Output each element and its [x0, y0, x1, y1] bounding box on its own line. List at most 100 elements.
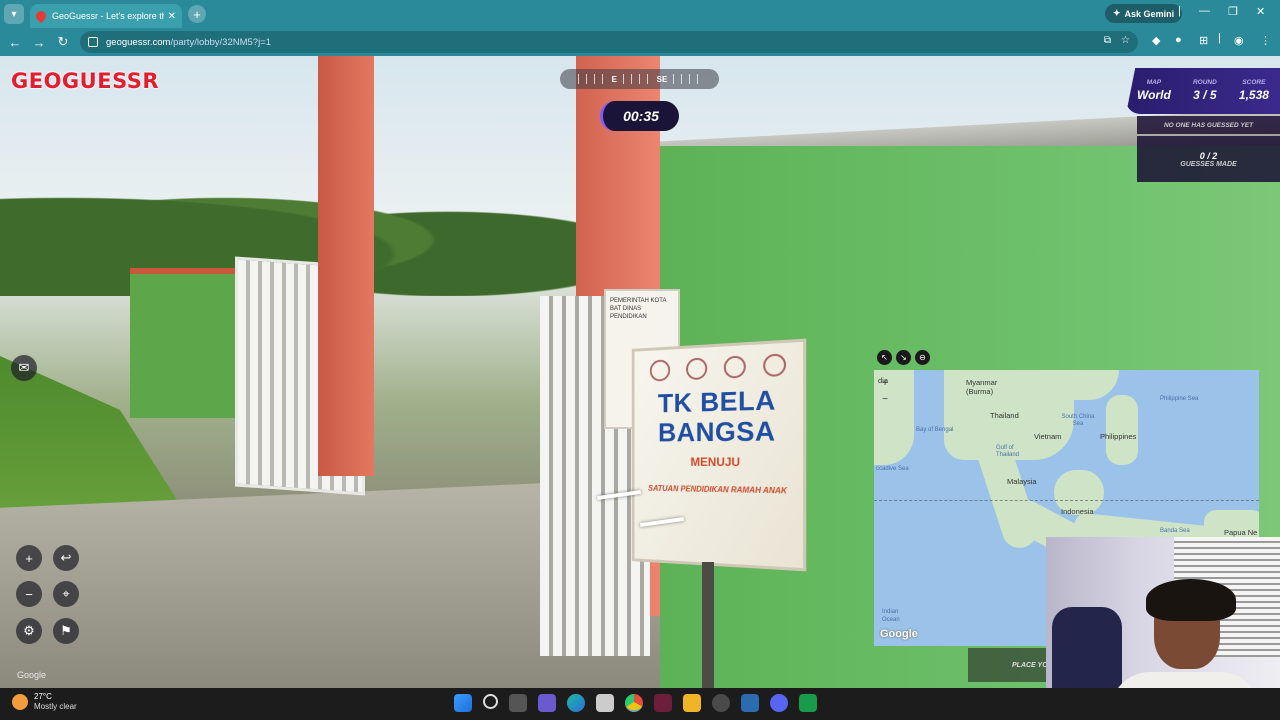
app-screen-icon[interactable]: [741, 694, 759, 712]
land-philippines: [1106, 395, 1138, 465]
logo-emblem-icon: [762, 353, 786, 378]
map-size-controls: ↖ ↘ ⊖: [877, 350, 930, 365]
stat-map-label: MAP: [1146, 79, 1162, 86]
sign-title: TK BELA BANGSA: [657, 384, 776, 448]
logo-emblem-icon: [685, 357, 707, 381]
toolbar-divider-icon: |: [1218, 32, 1221, 44]
edge-icon[interactable]: [567, 694, 585, 712]
search-icon[interactable]: [483, 694, 498, 709]
tab-strip: ▾ GeoGuessr - Let's explore the w ✕ + ✦ …: [0, 0, 1280, 28]
geoguessr-logo[interactable]: GEOGUESSR: [11, 69, 159, 93]
window-close-icon[interactable]: ✕: [1256, 5, 1265, 18]
minimize-icon[interactable]: —: [1199, 5, 1210, 17]
install-app-icon[interactable]: ⧉: [1104, 35, 1111, 46]
window-divider-icon: |: [1178, 5, 1181, 17]
tab-title: GeoGuessr - Let's explore the w: [52, 11, 164, 21]
red-pillar-left: [318, 56, 374, 476]
map-zoom-out-button[interactable]: −: [878, 392, 892, 408]
weather-icon: [12, 694, 28, 710]
place-guess-button[interactable]: PLACE YO: [968, 648, 1048, 682]
map-expand-icon[interactable]: ↖: [877, 350, 892, 365]
round-timer: 00:35: [600, 101, 679, 131]
extension-circle-icon[interactable]: ●: [1175, 34, 1182, 46]
compass-bar: E SE: [560, 69, 719, 89]
stat-score-label: SCORE: [1242, 79, 1266, 86]
new-tab-button[interactable]: +: [188, 5, 206, 23]
menu-kebab-icon[interactable]: ⋮: [1260, 34, 1271, 47]
zoom-in-icon[interactable]: +: [16, 545, 42, 571]
extensions-puzzle-icon[interactable]: ⊞: [1199, 34, 1208, 47]
logo-emblem-icon: [723, 355, 746, 379]
tab-search-button[interactable]: ▾: [4, 4, 24, 24]
windows-taskbar: 27°C Mostly clear: [0, 688, 1280, 720]
map-label-papua: Papua Ne: [1224, 528, 1258, 537]
ask-gemini-label: Ask Gemini: [1124, 8, 1175, 19]
file-explorer-icon[interactable]: [683, 694, 701, 712]
undo-icon[interactable]: ↩: [53, 545, 79, 571]
task-view-icon[interactable]: [509, 694, 527, 712]
flag-icon[interactable]: ⚑: [53, 618, 79, 644]
weather-condition: Mostly clear: [34, 702, 77, 711]
stat-score-value: 1,538: [1238, 88, 1269, 102]
sign-post: [702, 562, 714, 688]
stat-map-value: World: [1137, 88, 1171, 102]
geoguessr-favicon-icon: [33, 8, 49, 24]
profile-avatar-icon[interactable]: ◉: [1234, 34, 1244, 47]
map-shrink-icon[interactable]: ↘: [896, 350, 911, 365]
map-label-vietnam: Vietnam: [1034, 432, 1062, 441]
chat-icon[interactable]: ✉: [11, 355, 37, 381]
map-label-indian-ocean: Indian Ocean: [882, 609, 900, 623]
guesses-made-panel: 0 / 2 GUESSES MADE: [1137, 136, 1280, 182]
stat-round-label: ROUND: [1192, 79, 1217, 86]
app-editor-icon[interactable]: [654, 694, 672, 712]
equator-line: [874, 500, 1259, 501]
reload-icon[interactable]: ↻: [51, 30, 75, 54]
guess-status: NO ONE HAS GUESSED YET: [1137, 116, 1280, 134]
url-host: geoguessr.com: [106, 36, 171, 48]
maximize-icon[interactable]: ❐: [1228, 5, 1238, 18]
compass-ticks: [673, 74, 701, 84]
discord-icon[interactable]: [770, 694, 788, 712]
settings-gear-icon[interactable]: ⚙: [16, 618, 42, 644]
map-label-india: dia: [878, 376, 889, 385]
address-bar[interactable]: geoguessr.com/party/lobby/32NM5?j=1 ⧉ ☆: [80, 31, 1138, 53]
zoom-out-icon[interactable]: −: [16, 581, 42, 607]
app-circle-icon[interactable]: [712, 694, 730, 712]
forward-arrow-icon[interactable]: →: [27, 30, 51, 54]
person-hair: [1146, 579, 1236, 621]
ask-gemini-button[interactable]: ✦ Ask Gemini: [1105, 4, 1183, 23]
compass-heading-se: SE: [656, 74, 668, 84]
map-google-watermark: Google: [880, 628, 918, 640]
extension-shield-icon[interactable]: ◆: [1152, 34, 1160, 47]
windows-start-icon[interactable]: [454, 694, 472, 712]
map-label-banda-sea: Banda Sea: [1160, 528, 1190, 534]
excel-icon[interactable]: [799, 694, 817, 712]
return-to-start-icon[interactable]: ⌖: [53, 581, 79, 607]
bookmark-star-icon[interactable]: ☆: [1121, 35, 1130, 46]
teams-icon[interactable]: [538, 694, 556, 712]
site-info-icon[interactable]: [88, 37, 98, 47]
store-icon[interactable]: [596, 694, 614, 712]
taskbar-apps: [454, 694, 817, 712]
sign-subtitle: MENUJU: [690, 455, 741, 470]
map-label-thailand: Thailand: [990, 411, 1019, 420]
tab-close-icon[interactable]: ✕: [168, 11, 176, 22]
map-pin-icon[interactable]: ⊖: [915, 350, 930, 365]
map-label-malaysia: Malaysia: [1007, 477, 1037, 486]
stat-score: SCORE 1,538: [1239, 79, 1269, 114]
weather-widget[interactable]: 27°C Mostly clear: [12, 692, 77, 712]
school-sign: TK BELA BANGSA MENUJU SATUAN PENDIDIKAN …: [631, 338, 807, 572]
map-label-philippines: Philippines: [1100, 432, 1137, 441]
tab-geoguessr[interactable]: GeoGuessr - Let's explore the w ✕: [30, 4, 182, 28]
browser-toolbar: ← → ↻ geoguessr.com/party/lobby/32NM5?j=…: [0, 28, 1280, 56]
compass-ticks: [578, 74, 606, 84]
url-path: /party/lobby/32NM5?j=1: [170, 36, 272, 48]
map-label-indonesia: Indonesia: [1061, 507, 1094, 516]
guesses-count: 0 / 2: [1199, 150, 1218, 161]
game-stats-panel: MAP World ROUND 3 / 5 SCORE 1,538: [1126, 68, 1280, 114]
compass-heading-e: E: [611, 74, 617, 84]
back-arrow-icon[interactable]: ←: [3, 30, 27, 54]
stat-map: MAP World: [1137, 79, 1171, 114]
sign-tagline: SATUAN PENDIDIKAN RAMAH ANAK: [648, 483, 787, 496]
chrome-icon[interactable]: [625, 694, 643, 712]
